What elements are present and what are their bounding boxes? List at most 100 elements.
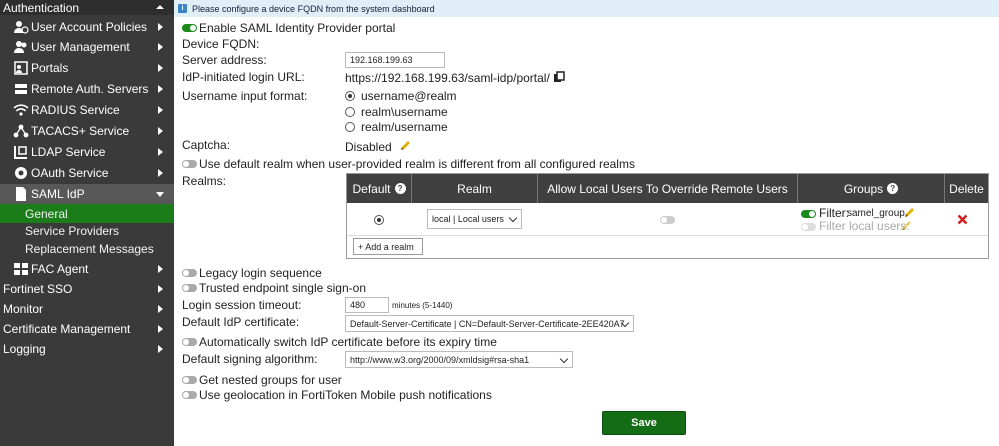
sidebar-subitem-service-providers[interactable]: Service Providers	[0, 222, 174, 239]
sidebar-item-label: Certificate Management	[3, 322, 131, 336]
radio-username-at-realm[interactable]	[345, 91, 355, 101]
sidebar-item-label: RADIUS Service	[31, 103, 120, 117]
username-format-option: realm/username	[361, 120, 448, 134]
save-button[interactable]: Save	[602, 411, 686, 435]
sidebar-item-label: TACACS+ Service	[31, 124, 130, 138]
chevron-right-icon	[158, 85, 163, 93]
realm-select[interactable]: local | Local users	[427, 209, 522, 229]
geolocation-toggle[interactable]	[182, 391, 197, 399]
sidebar-subitem-label: General	[25, 206, 68, 221]
server-address-input[interactable]: 192.168.199.63	[345, 52, 445, 68]
table-row: local | Local users Filter: samel_group …	[347, 203, 988, 236]
realms-table: Default? Realm Allow Local Users To Over…	[346, 173, 989, 259]
edit-pencil-icon[interactable]	[900, 220, 912, 232]
legacy-login-toggle[interactable]	[182, 269, 197, 277]
radio-realm-backslash-username[interactable]	[345, 107, 355, 117]
default-idp-cert-label: Default IdP certificate:	[182, 315, 300, 329]
sidebar-item-label: OAuth Service	[31, 166, 109, 180]
users-icon	[14, 41, 27, 53]
sidebar: Authentication User Account Policies Use…	[0, 0, 174, 446]
sidebar-item-label: SAML IdP	[31, 187, 85, 201]
sidebar-section-label: Authentication	[3, 0, 80, 15]
chevron-right-icon	[158, 305, 163, 313]
main-content: i Please configure a device FQDN from th…	[174, 0, 999, 446]
sidebar-item-tacacs-service[interactable]: TACACS+ Service	[0, 121, 174, 141]
sidebar-item-radius-service[interactable]: RADIUS Service	[0, 100, 174, 120]
chevron-right-icon	[158, 106, 163, 114]
sidebar-item-ldap-service[interactable]: LDAP Service	[0, 142, 174, 162]
default-idp-cert-select[interactable]: Default-Server-Certificate | CN=Default-…	[345, 315, 634, 332]
chevron-right-icon	[158, 325, 163, 333]
sidebar-item-label: Remote Auth. Servers	[31, 82, 149, 96]
auto-switch-cert-toggle[interactable]	[182, 338, 197, 346]
nested-groups-label: Get nested groups for user	[199, 373, 342, 387]
sidebar-item-label: User Management	[31, 40, 130, 54]
captcha-label: Captcha:	[182, 138, 231, 152]
sidebar-subitem-replacement-messages[interactable]: Replacement Messages	[0, 240, 174, 257]
chevron-up-icon	[156, 5, 164, 9]
sidebar-item-fac-agent[interactable]: FAC Agent	[0, 259, 174, 279]
allow-override-toggle[interactable]	[660, 216, 675, 224]
document-icon	[16, 187, 26, 201]
chevron-right-icon	[158, 285, 163, 293]
sidebar-item-remote-auth-servers[interactable]: Remote Auth. Servers	[0, 79, 174, 99]
server-icon	[15, 84, 27, 94]
sidebar-subitem-general[interactable]: General	[0, 204, 174, 223]
sidebar-item-user-management[interactable]: User Management	[0, 37, 174, 57]
delete-x-icon[interactable]	[957, 214, 968, 225]
idp-url-value: https://192.168.199.63/saml-idp/portal/	[345, 71, 550, 85]
use-default-realm-toggle[interactable]	[182, 160, 197, 168]
help-icon: ?	[887, 183, 899, 194]
chevron-right-icon	[158, 265, 163, 273]
enable-saml-toggle[interactable]	[182, 24, 197, 32]
banner-text: Please configure a device FQDN from the …	[192, 3, 435, 14]
sidebar-item-monitor[interactable]: Monitor	[0, 299, 174, 319]
filter-local-users-toggle[interactable]	[801, 223, 816, 231]
signing-algo-label: Default signing algorithm:	[182, 352, 318, 366]
sidebar-item-label: FAC Agent	[31, 262, 89, 276]
oauth-icon	[15, 167, 27, 179]
trusted-endpoint-toggle[interactable]	[182, 284, 197, 292]
idp-url-label: IdP-initiated login URL:	[182, 70, 305, 84]
copy-icon[interactable]	[553, 71, 565, 83]
chevron-right-icon	[158, 148, 163, 156]
chevron-right-icon	[158, 23, 163, 31]
default-realm-radio[interactable]	[374, 215, 384, 225]
add-realm-button[interactable]: + Add a realm	[353, 238, 423, 255]
chevron-right-icon	[158, 64, 163, 72]
chevron-right-icon	[158, 345, 163, 353]
edit-pencil-icon[interactable]	[903, 207, 915, 219]
login-timeout-input[interactable]: 480	[345, 297, 389, 313]
sidebar-item-label: User Account Policies	[31, 20, 148, 34]
login-timeout-label: Login session timeout:	[182, 298, 302, 312]
sidebar-item-user-account-policies[interactable]: User Account Policies	[0, 17, 174, 37]
edit-pencil-icon[interactable]	[399, 140, 411, 152]
sidebar-item-label: Monitor	[3, 302, 44, 316]
help-icon: ?	[394, 183, 406, 194]
radio-realm-slash-username[interactable]	[345, 122, 355, 132]
chevron-right-icon	[158, 127, 163, 135]
chevron-down-icon	[156, 192, 164, 197]
filter-label: Filter:	[819, 206, 849, 220]
sidebar-subitem-label: Service Providers	[25, 223, 120, 238]
users-policy-icon	[14, 21, 29, 34]
filter-groups-toggle[interactable]	[801, 210, 816, 218]
sidebar-item-saml-idp[interactable]: SAML IdP	[0, 184, 174, 204]
sidebar-section-authentication[interactable]: Authentication	[0, 0, 174, 15]
sidebar-item-oauth-service[interactable]: OAuth Service	[0, 163, 174, 183]
wifi-icon	[13, 104, 29, 116]
sidebar-item-label: Portals	[31, 61, 69, 75]
sidebar-item-portals[interactable]: Portals	[0, 58, 174, 78]
sidebar-item-fortinet-sso[interactable]: Fortinet SSO	[0, 279, 174, 299]
legacy-login-label: Legacy login sequence	[199, 266, 322, 280]
use-default-realm-label: Use default realm when user-provided rea…	[199, 157, 635, 171]
signing-algo-select[interactable]: http://www.w3.org/2000/09/xmldsig#rsa-sh…	[345, 351, 573, 368]
ldap-icon	[14, 146, 27, 159]
captcha-value: Disabled	[345, 140, 392, 154]
trusted-endpoint-label: Trusted endpoint single sign-on	[199, 281, 366, 295]
realms-label: Realms:	[182, 174, 227, 188]
nested-groups-toggle[interactable]	[182, 376, 197, 384]
device-fqdn-label: Device FQDN:	[182, 37, 260, 51]
sidebar-item-certificate-management[interactable]: Certificate Management	[0, 319, 174, 339]
sidebar-item-logging[interactable]: Logging	[0, 339, 174, 359]
